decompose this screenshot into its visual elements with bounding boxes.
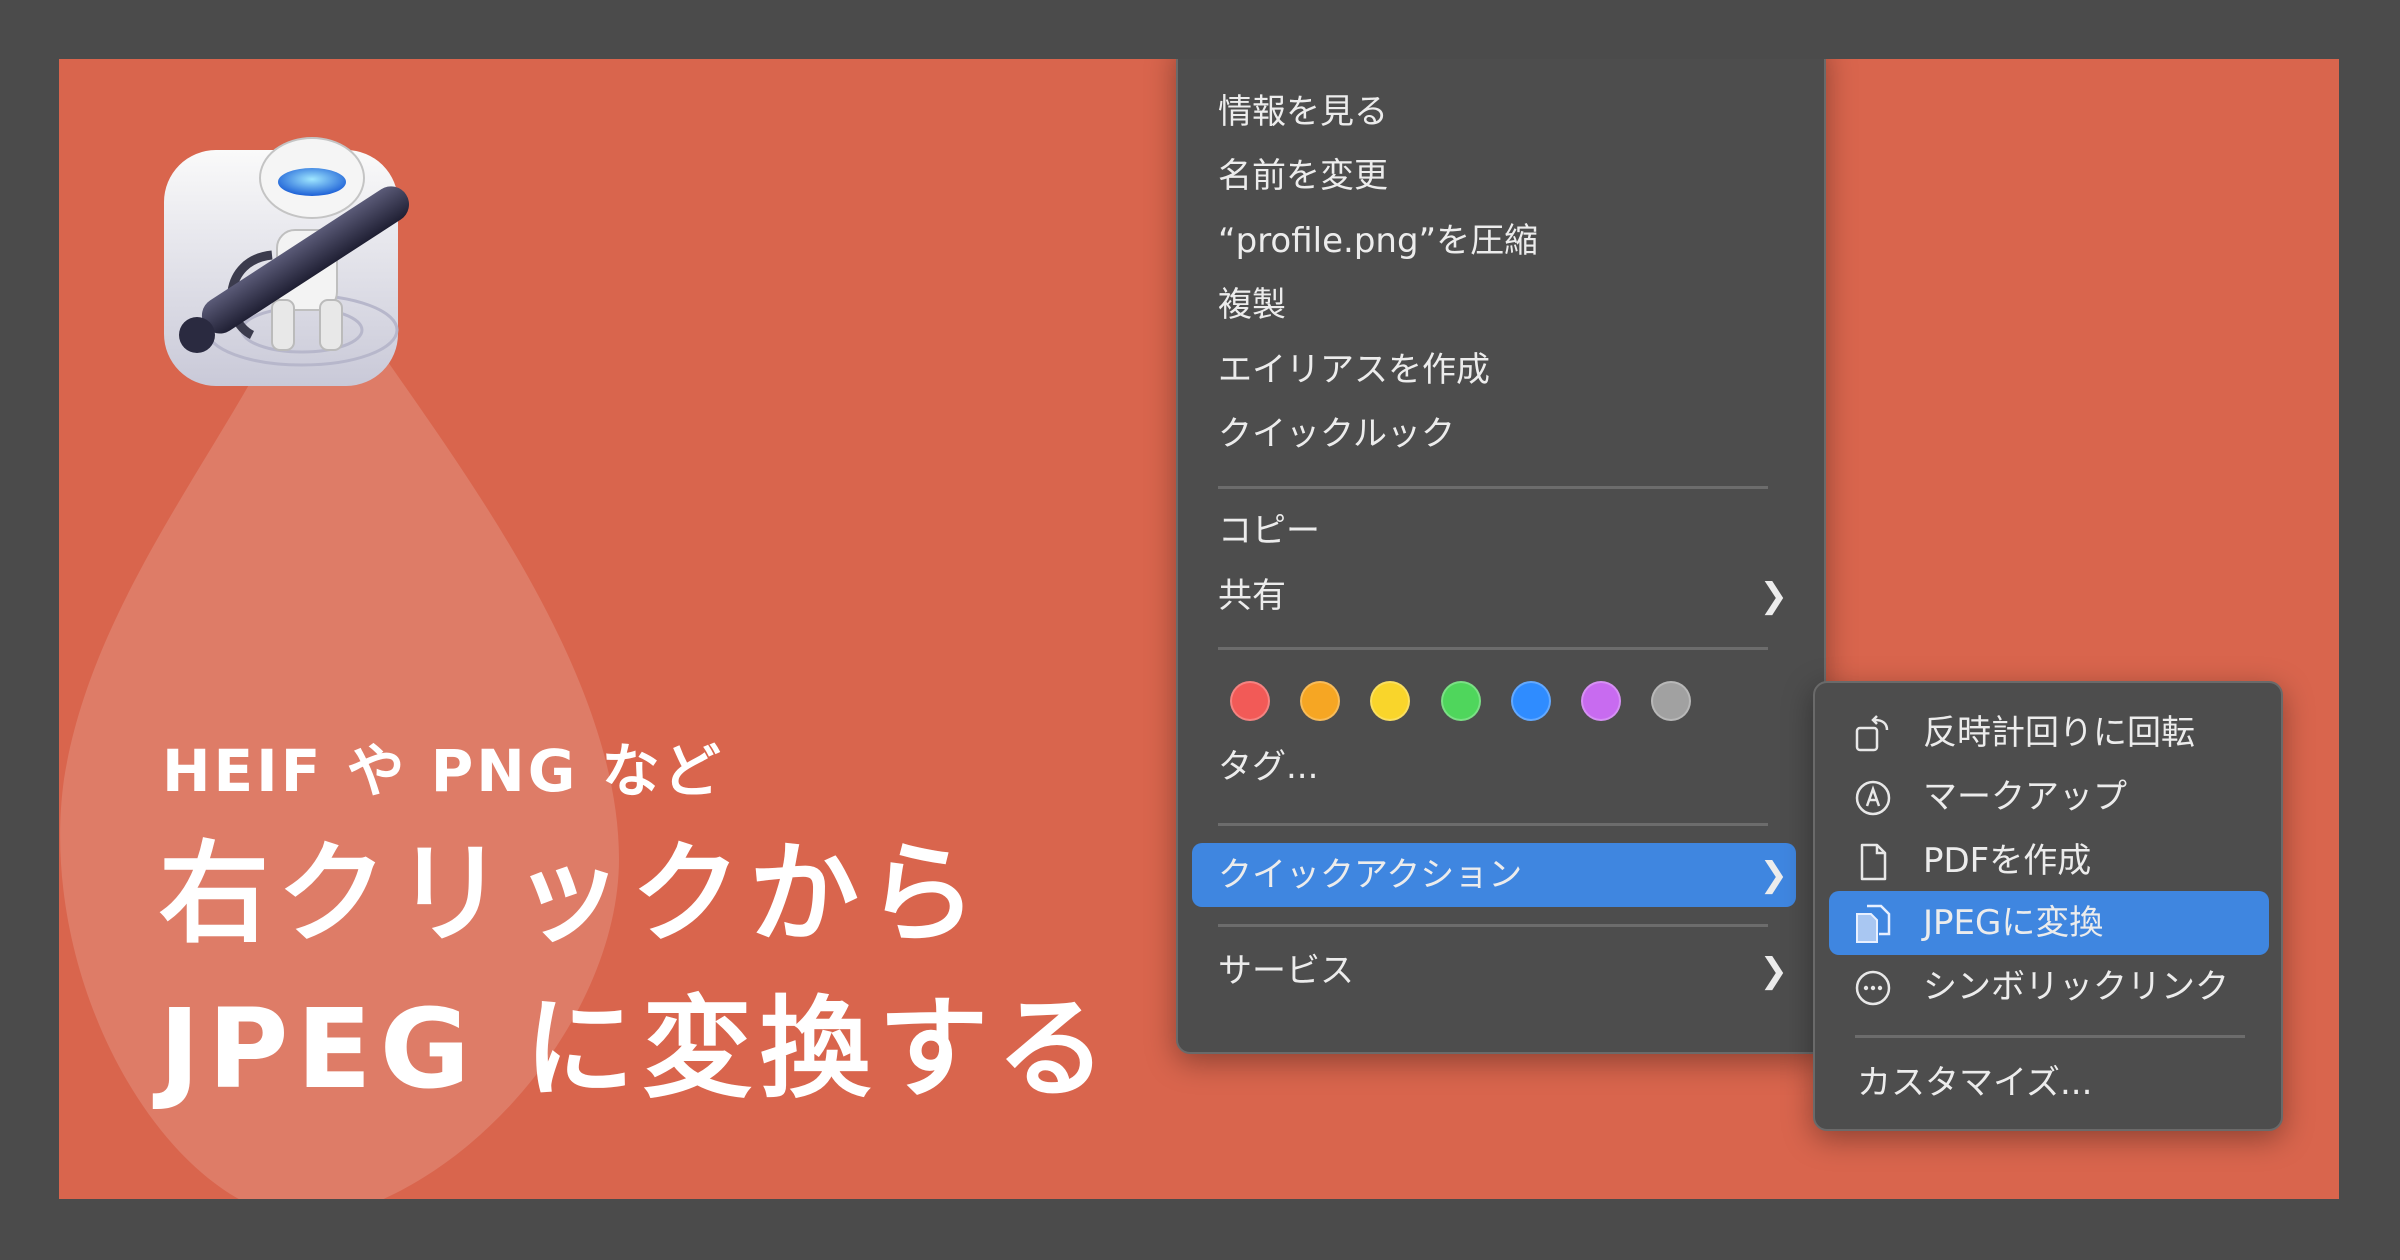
tag-gray-dot[interactable] xyxy=(1651,681,1691,721)
submenu-item-label: PDFを作成 xyxy=(1923,841,2092,881)
submenu-item-label: JPEGに変換 xyxy=(1923,903,2104,943)
more-circle-icon xyxy=(1855,970,1891,1006)
tag-blue-dot[interactable] xyxy=(1511,681,1551,721)
chevron-right-icon: ❯ xyxy=(1759,576,1789,616)
menu-separator xyxy=(1218,823,1768,826)
context-menu: 情報を見る 名前を変更 “profile.png”を圧縮 複製 エイリアスを作成… xyxy=(1176,59,1826,1054)
tag-red-dot[interactable] xyxy=(1230,681,1270,721)
submenu-item-rotate-left[interactable]: 反時計回りに回転 xyxy=(1835,703,2267,763)
document-icon xyxy=(1860,843,1887,881)
submenu-item-customize[interactable]: カスタマイズ... xyxy=(1835,1053,2267,1113)
markup-icon xyxy=(1855,780,1891,816)
menu-item-share-label: 共有 xyxy=(1218,576,1286,616)
menu-item-compress[interactable]: “profile.png”を圧縮 xyxy=(1218,211,1802,271)
menu-separator xyxy=(1218,924,1768,927)
menu-item-share[interactable]: 共有 ❯ xyxy=(1218,566,1802,626)
banner-title-line-2: JPEG に変換する xyxy=(159,985,1115,1113)
menu-item-duplicate[interactable]: 複製 xyxy=(1218,275,1802,335)
menu-item-rename[interactable]: 名前を変更 xyxy=(1218,146,1802,206)
menu-item-tags[interactable]: タグ... xyxy=(1218,737,1802,797)
banner-subtitle: HEIF や PNG など xyxy=(162,737,724,805)
submenu-item-label: シンボリックリンク xyxy=(1923,967,2229,1007)
menu-item-get-info[interactable]: 情報を見る xyxy=(1218,82,1802,142)
tag-green-dot[interactable] xyxy=(1441,681,1481,721)
banner-title-line-1: 右クリックから xyxy=(159,830,985,958)
submenu-item-label: 反時計回りに回転 xyxy=(1923,713,2195,753)
menu-item-quick-look[interactable]: クイックルック xyxy=(1218,404,1802,464)
menu-item-make-alias[interactable]: エイリアスを作成 xyxy=(1218,340,1802,400)
menu-item-services[interactable]: サービス ❯ xyxy=(1218,941,1802,1001)
submenu-item-customize-label: カスタマイズ... xyxy=(1857,1063,2093,1103)
menu-separator xyxy=(1218,486,1768,489)
menu-item-copy[interactable]: コピー xyxy=(1218,501,1802,561)
menu-item-quick-actions[interactable]: クイックアクション ❯ xyxy=(1218,845,1802,905)
submenu-item-label: マークアップ xyxy=(1923,777,2127,817)
menu-item-services-label: サービス xyxy=(1218,951,1354,991)
tag-orange-dot[interactable] xyxy=(1300,681,1340,721)
tag-yellow-dot[interactable] xyxy=(1370,681,1410,721)
banner: HEIF や PNG など 右クリックから JPEG に変換する 情報を見る 名… xyxy=(59,59,2339,1199)
submenu-separator xyxy=(1855,1035,2245,1038)
tag-purple-dot[interactable] xyxy=(1581,681,1621,721)
submenu-item-markup[interactable]: マークアップ xyxy=(1835,767,2267,827)
menu-item-quick-actions-label: クイックアクション xyxy=(1218,855,1523,895)
convert-document-icon xyxy=(1856,904,1891,943)
quick-actions-submenu: 反時計回りに回転 マークアップ PDFを作成 JPEGに変換 シンボリックリンク… xyxy=(1813,681,2283,1131)
submenu-item-create-pdf[interactable]: PDFを作成 xyxy=(1835,831,2267,891)
automator-robot-icon xyxy=(164,137,410,386)
submenu-item-convert-jpeg[interactable]: JPEGに変換 xyxy=(1835,893,2267,953)
submenu-item-symlink[interactable]: シンボリックリンク xyxy=(1835,957,2267,1017)
menu-separator xyxy=(1218,647,1768,650)
chevron-right-icon: ❯ xyxy=(1759,951,1789,991)
rotate-left-icon xyxy=(1855,715,1889,752)
chevron-right-icon: ❯ xyxy=(1759,855,1789,895)
